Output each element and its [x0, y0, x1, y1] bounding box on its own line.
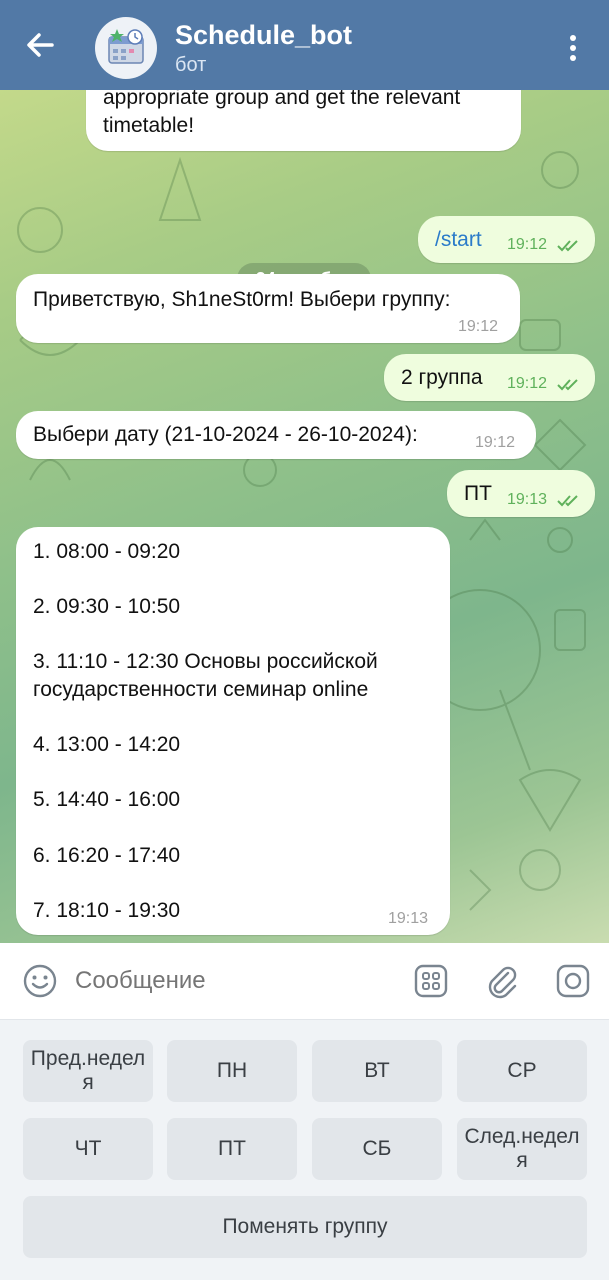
message-bubble-incoming[interactable]: Выбери дату (21-10-2024 - 26-10-2024): 1…: [16, 411, 536, 459]
calendar-avatar-icon: [108, 29, 144, 64]
message-time: 19:12: [475, 434, 516, 451]
day-thu-button[interactable]: ЧТ: [23, 1118, 153, 1180]
chat-header: Schedule_bot бот: [0, 0, 609, 90]
message-text: ПТ: [464, 482, 492, 505]
camera-icon[interactable]: [555, 963, 591, 999]
message-text: Приветствую, Sh1neSt0rm! Выбери группу:: [33, 288, 451, 311]
message-time: 19:13: [388, 910, 429, 927]
day-fri-button[interactable]: ПТ: [167, 1118, 297, 1180]
message-text: appropriate group and get the relevant t…: [103, 90, 461, 137]
message-time: 19:13: [507, 491, 548, 508]
message-bubble-outgoing[interactable]: /start 19:12: [418, 216, 595, 263]
read-check-icon: [557, 379, 578, 391]
change-group-button[interactable]: Поменять группу: [23, 1196, 587, 1258]
bot-reply-keyboard: Пред.неделя ПН ВТ СР ЧТ ПТ СБ След.недел…: [0, 1020, 609, 1280]
paperclip-icon[interactable]: [484, 963, 520, 999]
bot-keyboard-icon[interactable]: [413, 963, 449, 999]
message-text: Выбери дату (21-10-2024 - 26-10-2024):: [33, 423, 418, 446]
message-time: 19:12: [507, 375, 548, 392]
read-check-icon: [557, 495, 578, 507]
command-link[interactable]: /start: [435, 226, 482, 254]
day-tue-button[interactable]: ВТ: [312, 1040, 442, 1102]
message-time: 19:12: [458, 318, 499, 335]
back-arrow-icon[interactable]: [22, 27, 58, 63]
more-vert-icon[interactable]: [560, 30, 586, 66]
message-time: 19:12: [507, 236, 548, 253]
prev-week-button[interactable]: Пред.неделя: [23, 1040, 153, 1102]
chat-title[interactable]: Schedule_bot: [175, 20, 352, 51]
chat-area[interactable]: appropriate group and get the relevant t…: [0, 90, 609, 943]
read-check-icon: [557, 240, 578, 252]
smile-icon[interactable]: [22, 963, 58, 999]
message-bubble-outgoing[interactable]: ПТ 19:13: [447, 470, 595, 517]
next-week-button[interactable]: След.неделя: [457, 1118, 587, 1180]
chat-subtitle: бот: [175, 54, 207, 76]
day-wed-button[interactable]: СР: [457, 1040, 587, 1102]
message-input[interactable]: [75, 967, 395, 995]
message-bubble-outgoing[interactable]: 2 группа 19:12: [384, 354, 595, 401]
day-mon-button[interactable]: ПН: [167, 1040, 297, 1102]
message-input-bar: [0, 943, 609, 1020]
day-sat-button[interactable]: СБ: [312, 1118, 442, 1180]
message-text: 2 группа: [401, 366, 483, 389]
message-bubble-incoming[interactable]: appropriate group and get the relevant t…: [86, 90, 521, 151]
schedule-text: 1. 08:00 - 09:20 2. 09:30 - 10:50 3. 11:…: [33, 540, 378, 922]
bot-avatar[interactable]: [95, 17, 157, 79]
message-bubble-incoming[interactable]: Приветствую, Sh1neSt0rm! Выбери группу: …: [16, 274, 520, 343]
schedule-message[interactable]: 1. 08:00 - 09:20 2. 09:30 - 10:50 3. 11:…: [16, 527, 450, 935]
